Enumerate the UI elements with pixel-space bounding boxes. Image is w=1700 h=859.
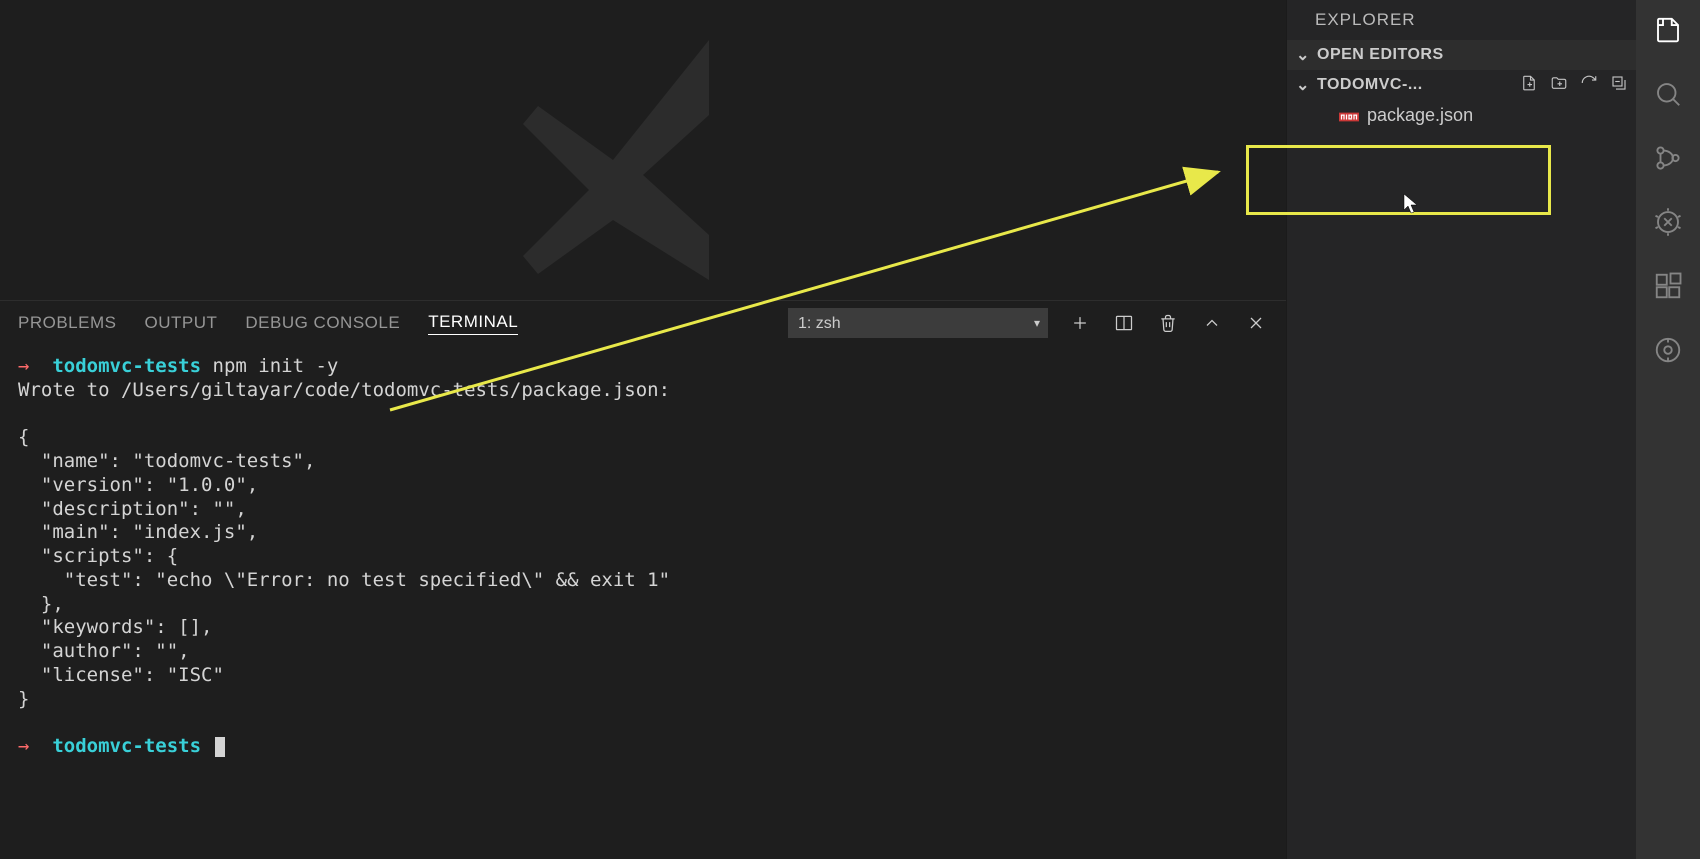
chevron-down-icon: ⌄ xyxy=(1295,45,1311,65)
extensions-activity-icon[interactable] xyxy=(1652,270,1684,302)
split-terminal-button[interactable] xyxy=(1112,311,1136,335)
tab-terminal[interactable]: TERMINAL xyxy=(428,312,518,335)
terminal-shell-select[interactable]: 1: zsh xyxy=(788,308,1048,338)
panel-tab-bar: PROBLEMS OUTPUT DEBUG CONSOLE TERMINAL 1… xyxy=(0,301,1286,345)
new-file-icon[interactable] xyxy=(1520,74,1538,97)
open-editors-label: OPEN EDITORS xyxy=(1317,46,1444,64)
npm-file-icon xyxy=(1339,108,1359,122)
prompt-arrow-icon: → xyxy=(18,735,29,757)
editor-empty-area xyxy=(0,0,1286,300)
prompt-directory: todomvc-tests xyxy=(52,355,201,377)
terminal-cursor xyxy=(215,737,225,757)
terminal-line: "description": "", xyxy=(18,498,247,520)
debug-activity-icon[interactable] xyxy=(1652,206,1684,238)
tab-debug-console[interactable]: DEBUG CONSOLE xyxy=(245,313,400,333)
kill-terminal-button[interactable] xyxy=(1156,311,1180,335)
terminal-line: "license": "ISC" xyxy=(18,664,224,686)
chevron-down-icon: ⌄ xyxy=(1295,75,1311,95)
terminal-line: "version": "1.0.0", xyxy=(18,474,258,496)
terminal-line: }, xyxy=(18,593,64,615)
file-name-label: package.json xyxy=(1367,105,1473,126)
close-panel-button[interactable] xyxy=(1244,311,1268,335)
terminal-output[interactable]: → todomvc-tests npm init -y Wrote to /Us… xyxy=(0,345,1286,859)
terminal-line: "keywords": [], xyxy=(18,616,212,638)
explorer-sidebar: EXPLORER ⌄ OPEN EDITORS ⌄ TODOMVC-... pa… xyxy=(1286,0,1636,859)
tab-problems[interactable]: PROBLEMS xyxy=(18,313,116,333)
bottom-panel: PROBLEMS OUTPUT DEBUG CONSOLE TERMINAL 1… xyxy=(0,300,1286,859)
source-control-activity-icon[interactable] xyxy=(1652,142,1684,174)
explorer-activity-icon[interactable] xyxy=(1652,14,1684,46)
project-name-label: TODOMVC-... xyxy=(1317,76,1423,94)
vscode-watermark-icon xyxy=(493,10,793,315)
prompt-arrow-icon: → xyxy=(18,355,29,377)
gitlens-activity-icon[interactable] xyxy=(1652,334,1684,366)
search-activity-icon[interactable] xyxy=(1652,78,1684,110)
terminal-line: Wrote to /Users/giltayar/code/todomvc-te… xyxy=(18,379,670,401)
explorer-title: EXPLORER xyxy=(1287,0,1636,40)
terminal-command: npm init -y xyxy=(213,355,339,377)
prompt-directory: todomvc-tests xyxy=(52,735,201,757)
main-column: PROBLEMS OUTPUT DEBUG CONSOLE TERMINAL 1… xyxy=(0,0,1286,859)
terminal-line: "name": "todomvc-tests", xyxy=(18,450,315,472)
open-editors-section[interactable]: ⌄ OPEN EDITORS xyxy=(1287,40,1636,70)
file-package-json[interactable]: package.json xyxy=(1287,100,1636,130)
terminal-line: "test": "echo \"Error: no test specified… xyxy=(18,569,670,591)
activity-bar xyxy=(1636,0,1700,859)
terminal-line: "main": "index.js", xyxy=(18,521,258,543)
project-root-section[interactable]: ⌄ TODOMVC-... xyxy=(1287,70,1636,100)
refresh-icon[interactable] xyxy=(1580,74,1598,97)
terminal-line: "author": "", xyxy=(18,640,190,662)
collapse-all-icon[interactable] xyxy=(1610,74,1628,97)
new-folder-icon[interactable] xyxy=(1550,74,1568,97)
tab-output[interactable]: OUTPUT xyxy=(144,313,217,333)
terminal-line: } xyxy=(18,688,29,710)
terminal-line: { xyxy=(18,426,29,448)
new-terminal-button[interactable] xyxy=(1068,311,1092,335)
maximize-panel-button[interactable] xyxy=(1200,311,1224,335)
terminal-line: "scripts": { xyxy=(18,545,178,567)
